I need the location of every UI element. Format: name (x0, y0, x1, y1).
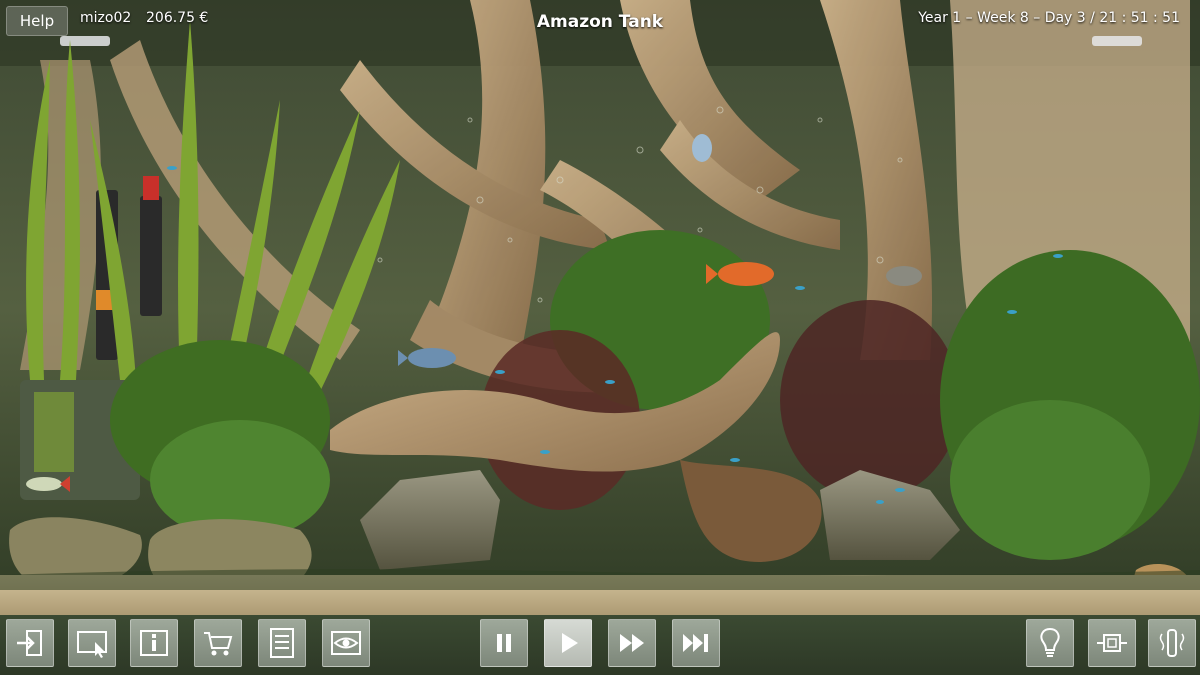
skip-forward-icon (683, 634, 708, 652)
light-button[interactable] (1026, 619, 1074, 667)
view-button[interactable] (322, 619, 370, 667)
bottom-toolbar (0, 615, 1200, 675)
eye-icon (331, 631, 361, 655)
fast-forward-icon (620, 634, 644, 652)
skip-forward-button[interactable] (672, 619, 720, 667)
info-button[interactable] (130, 619, 178, 667)
heater-icon (1159, 629, 1185, 657)
blue-fish-top (692, 134, 712, 162)
top-bar: Help mizo02 206.75 € Amazon Tank Year 1 … (0, 0, 1200, 40)
play-button[interactable] (544, 619, 592, 667)
game-clock: Year 1 – Week 8 – Day 3 / 21 : 51 : 51 (918, 10, 1180, 26)
shop-button[interactable] (194, 619, 242, 667)
exit-button[interactable] (6, 619, 54, 667)
filter-icon (1097, 634, 1127, 652)
filter-button[interactable] (1088, 619, 1136, 667)
window-button[interactable] (68, 619, 116, 667)
exit-icon (17, 630, 42, 656)
checklist-icon (270, 628, 294, 658)
tasks-button[interactable] (258, 619, 306, 667)
heater-button[interactable] (1148, 619, 1196, 667)
fast-forward-button[interactable] (608, 619, 656, 667)
shopping-cart-icon (204, 632, 233, 656)
silver-fish (886, 266, 922, 286)
window-cursor-icon (77, 631, 107, 658)
aquarium-scene (0, 0, 1200, 620)
pause-button[interactable] (480, 619, 528, 667)
play-icon (562, 633, 578, 653)
info-icon (140, 630, 168, 656)
pause-icon (497, 634, 511, 652)
light-bulb-icon (1040, 627, 1060, 657)
